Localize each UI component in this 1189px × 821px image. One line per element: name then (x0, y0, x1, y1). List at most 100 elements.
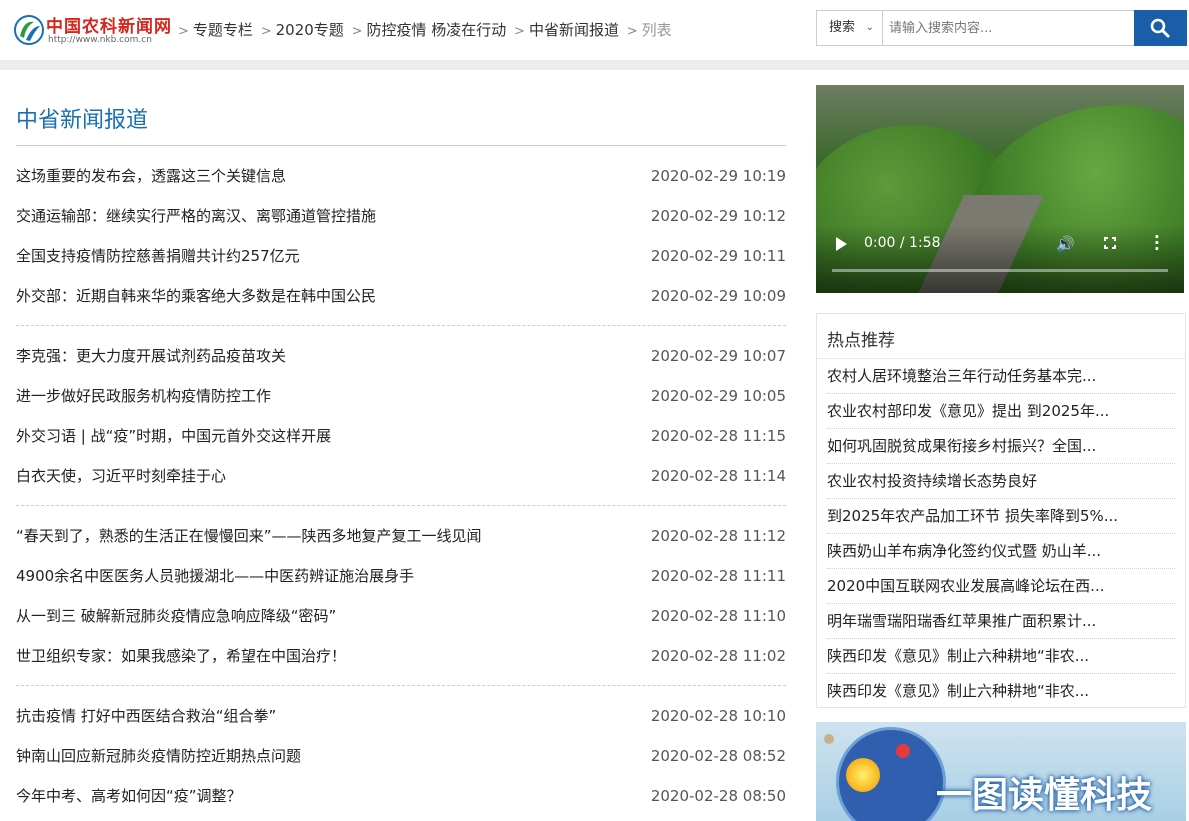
breadcrumb-separator: > (626, 24, 638, 39)
search-bar: 搜索 ⌄ (816, 10, 1187, 46)
news-item[interactable]: 交通运输部：继续实行严格的离汉、离鄂通道管控措施 2020-02-29 10:12 (16, 196, 786, 236)
news-date: 2020-02-28 08:52 (650, 747, 786, 765)
news-date: 2020-02-29 10:05 (650, 387, 786, 405)
breadcrumb-separator: > (351, 24, 363, 39)
hot-item-link[interactable]: 如何巩固脱贫成果衔接乡村振兴？全国... (827, 429, 1175, 464)
news-item[interactable]: 世卫组织专家：如果我感染了，希望在中国治疗！ 2020-02-28 11:02 (16, 636, 786, 676)
news-date: 2020-02-28 10:10 (650, 707, 786, 725)
news-title[interactable]: 抗击疫情 打好中西医结合救治“组合拳” (16, 696, 276, 736)
news-item[interactable]: 进一步做好民政服务机构疫情防控工作 2020-02-29 10:05 (16, 376, 786, 416)
hot-item-link[interactable]: 陕西奶山羊布病净化签约仪式暨 奶山羊... (827, 534, 1175, 569)
news-title[interactable]: 李克强：更大力度开展试剂药品疫苗攻关 (16, 336, 286, 376)
search-button[interactable] (1134, 10, 1187, 46)
video-player[interactable]: 0:00 / 1:58 🔊 · · · (816, 85, 1184, 293)
play-icon[interactable] (836, 237, 847, 251)
search-type-label: 搜索 (829, 20, 856, 35)
news-title[interactable]: 交通运输部：继续实行严格的离汉、离鄂通道管控措施 (16, 196, 376, 236)
hot-item-link[interactable]: 农村人居环境整治三年行动任务基本完... (827, 359, 1175, 394)
news-title[interactable]: 钟南山回应新冠肺炎疫情防控近期热点问题 (16, 736, 301, 776)
news-title[interactable]: 外交部：近期自韩来华的乘客绝大多数是在韩中国公民 (16, 276, 376, 316)
group-divider (16, 325, 786, 326)
news-item[interactable]: 白衣天使，习近平时刻牵挂于心 2020-02-28 11:14 (16, 456, 786, 496)
news-item[interactable]: 全国支持疫情防控慈善捐赠共计约257亿元 2020-02-29 10:11 (16, 236, 786, 276)
video-time: 0:00 / 1:58 (864, 235, 941, 251)
news-title[interactable]: 这场重要的发布会，透露这三个关键信息 (16, 156, 286, 196)
news-title[interactable]: 外交习语 | 战“疫”时期，中国元首外交这样开展 (16, 416, 331, 456)
news-title[interactable]: 进一步做好民政服务机构疫情防控工作 (16, 376, 271, 416)
breadcrumb-link[interactable]: 2020专题 (276, 21, 344, 39)
title-divider (16, 145, 786, 146)
news-group: “春天到了，熟悉的生活正在慢慢回来”——陕西多地复产复工一线见闻 2020-02-… (16, 516, 786, 676)
hot-recommend-panel: 热点推荐 农村人居环境整治三年行动任务基本完... 农业农村部印发《意见》提出 … (816, 313, 1186, 708)
hot-recommend-title: 热点推荐 (827, 331, 895, 351)
breadcrumb: > 专题专栏 >2020专题 > 防控疫情 杨凌在行动 > 中省新闻报道 > 列表 (178, 19, 675, 40)
site-header: 中国农科新闻网 http://www.nkb.com.cn > 专题专栏 >202… (0, 0, 1189, 60)
hot-recommend-list: 农村人居环境整治三年行动任务基本完... 农业农村部印发《意见》提出 到2025… (827, 359, 1175, 709)
news-item[interactable]: 从一到三 破解新冠肺炎疫情应急响应降级“密码” 2020-02-28 11:10 (16, 596, 786, 636)
news-title[interactable]: 白衣天使，习近平时刻牵挂于心 (16, 456, 226, 496)
page-title: 中省新闻报道 (16, 108, 149, 133)
news-title[interactable]: 从一到三 破解新冠肺炎疫情应急响应降级“密码” (16, 596, 336, 636)
hot-item-link[interactable]: 到2025年农产品加工环节 损失率降到5%... (827, 499, 1175, 534)
news-date: 2020-02-29 10:12 (650, 207, 786, 225)
news-item[interactable]: 外交习语 | 战“疫”时期，中国元首外交这样开展 2020-02-28 11:15 (16, 416, 786, 456)
video-progress-bar[interactable] (832, 269, 1168, 272)
group-divider (16, 505, 786, 506)
news-item[interactable]: 今年中考、高考如何因“疫”调整？ 2020-02-28 08:50 (16, 776, 786, 816)
news-date: 2020-02-29 10:09 (650, 287, 786, 305)
site-logo[interactable]: 中国农科新闻网 http://www.nkb.com.cn (14, 10, 172, 52)
news-title[interactable]: “春天到了，熟悉的生活正在慢慢回来”——陕西多地复产复工一线见闻 (16, 516, 482, 556)
breadcrumb-link[interactable]: 专题专栏 (193, 21, 253, 39)
hot-item-link[interactable]: 农业农村投资持续增长态势良好 (827, 464, 1175, 499)
breadcrumb-separator: > (178, 24, 189, 39)
news-title[interactable]: 全国支持疫情防控慈善捐赠共计约257亿元 (16, 236, 300, 276)
news-date: 2020-02-28 11:11 (650, 567, 786, 585)
search-input[interactable] (883, 11, 1135, 45)
breadcrumb-link[interactable]: 中省新闻报道 (529, 21, 619, 39)
news-date: 2020-02-29 10:19 (650, 167, 786, 185)
news-date: 2020-02-28 11:14 (650, 467, 786, 485)
news-item[interactable]: 这场重要的发布会，透露这三个关键信息 2020-02-29 10:19 (16, 156, 786, 196)
hot-item-link[interactable]: 陕西印发《意见》制止六种耕地“非农... (827, 674, 1175, 709)
news-item[interactable]: 李克强：更大力度开展试剂药品疫苗攻关 2020-02-29 10:07 (16, 336, 786, 376)
news-group: 李克强：更大力度开展试剂药品疫苗攻关 2020-02-29 10:07 进一步做好… (16, 336, 786, 496)
hot-item-link[interactable]: 陕西印发《意见》制止六种耕地“非农... (827, 639, 1175, 674)
news-item[interactable]: 抗击疫情 打好中西医结合救治“组合拳” 2020-02-28 10:10 (16, 696, 786, 736)
logo-url: http://www.nkb.com.cn (48, 35, 152, 45)
news-group: 这场重要的发布会，透露这三个关键信息 2020-02-29 10:19 交通运输部… (16, 156, 786, 316)
banner-text: 一图读懂科技 (936, 775, 1153, 816)
news-item[interactable]: “春天到了，熟悉的生活正在慢慢回来”——陕西多地复产复工一线见闻 2020-02-… (16, 516, 786, 556)
volume-icon[interactable]: 🔊 (1056, 235, 1075, 253)
chevron-down-icon: ⌄ (865, 22, 874, 33)
breadcrumb-current: 列表 (641, 21, 672, 39)
news-title[interactable]: 4900余名中医医务人员驰援湖北——中医药辨证施治展身手 (16, 556, 414, 596)
news-item[interactable]: 钟南山回应新冠肺炎疫情防控近期热点问题 2020-02-28 08:52 (16, 736, 786, 776)
news-title[interactable]: 今年中考、高考如何因“疫”调整？ (16, 776, 242, 816)
news-date: 2020-02-29 10:07 (650, 347, 786, 365)
news-date: 2020-02-28 11:10 (650, 607, 786, 625)
hot-item-link[interactable]: 农业农村部印发《意见》提出 到2025年... (827, 394, 1175, 429)
more-options-icon[interactable]: · · · (1154, 230, 1160, 257)
news-group: 抗击疫情 打好中西医结合救治“组合拳” 2020-02-28 10:10 钟南山回… (16, 696, 786, 816)
logo-emblem-icon (14, 15, 44, 45)
news-item[interactable]: 4900余名中医医务人员驰援湖北——中医药辨证施治展身手 2020-02-28 1… (16, 556, 786, 596)
breadcrumb-separator: > (514, 24, 525, 39)
news-title[interactable]: 世卫组织专家：如果我感染了，希望在中国治疗！ (16, 636, 346, 676)
search-icon (1150, 18, 1170, 38)
news-date: 2020-02-28 11:15 (650, 427, 786, 445)
news-date: 2020-02-28 08:50 (650, 787, 786, 805)
news-item[interactable]: 外交部：近期自韩来华的乘客绝大多数是在韩中国公民 2020-02-29 10:09 (16, 276, 786, 316)
hot-item-link[interactable]: 2020中国互联网农业发展高峰论坛在西... (827, 569, 1175, 604)
fullscreen-icon[interactable] (1104, 237, 1116, 249)
breadcrumb-separator: > (260, 24, 272, 39)
news-date: 2020-02-29 10:11 (650, 247, 786, 265)
sun-icon (846, 758, 880, 792)
news-list-panel: 中省新闻报道 这场重要的发布会，透露这三个关键信息 2020-02-29 10:1… (0, 70, 800, 821)
group-divider (16, 685, 786, 686)
search-type-select[interactable]: 搜索 ⌄ (817, 11, 883, 45)
logo-text: 中国农科新闻网 (46, 17, 172, 37)
news-date: 2020-02-28 11:12 (650, 527, 786, 545)
science-banner[interactable]: 一图读懂科技 (816, 722, 1186, 821)
hot-item-link[interactable]: 明年瑞雪瑞阳瑞香红苹果推广面积累计... (827, 604, 1175, 639)
breadcrumb-link[interactable]: 防控疫情 杨凌在行动 (366, 21, 506, 39)
